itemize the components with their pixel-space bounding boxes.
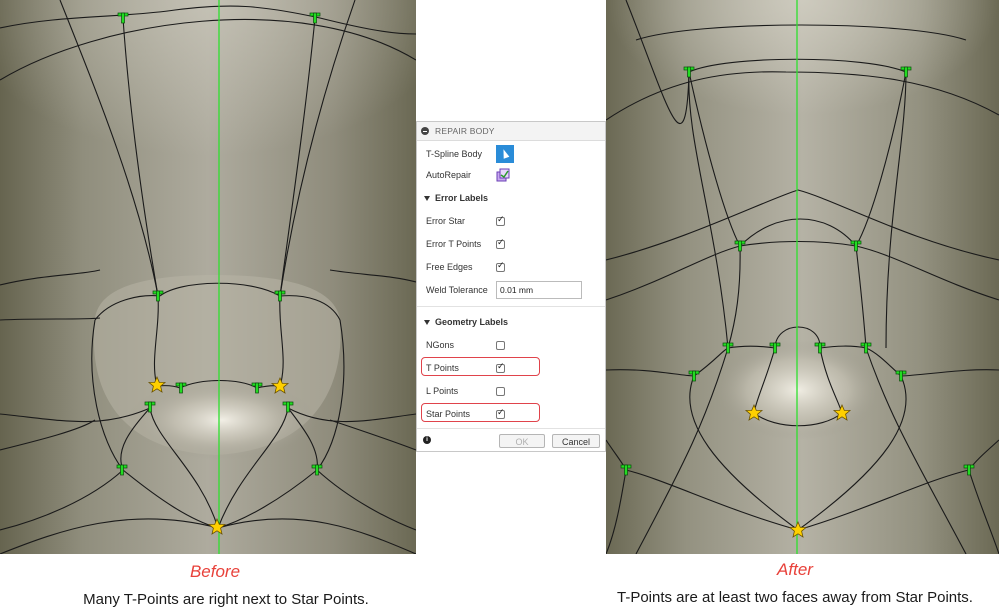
viewport-before[interactable] <box>0 0 416 554</box>
lpoints-row: L Points <box>426 386 505 396</box>
error-tpoints-row: Error T Points <box>426 238 505 249</box>
free-edges-checkbox[interactable] <box>496 261 505 272</box>
starpoints-label: Star Points <box>426 409 471 419</box>
dialog-title: REPAIR BODY <box>435 126 495 136</box>
weld-tolerance-label: Weld Tolerance <box>426 285 488 295</box>
ngons-row: NGons <box>426 340 505 350</box>
divider <box>417 306 605 307</box>
lpoints-checkbox[interactable] <box>496 386 505 396</box>
free-edges-label: Free Edges <box>426 262 473 272</box>
repair-body-dialog: REPAIR BODY T-Spline Body AutoRepair Err… <box>416 121 606 452</box>
ok-button[interactable]: OK <box>499 434 545 448</box>
expand-triangle-icon <box>424 319 430 325</box>
tpoints-row: T Points <box>426 362 505 373</box>
weld-tolerance-input[interactable] <box>496 281 582 299</box>
tspline-body-row: T-Spline Body <box>426 145 514 163</box>
tpoints-label: T Points <box>426 363 459 373</box>
ngons-checkbox[interactable] <box>496 340 505 350</box>
weld-tolerance-row: Weld Tolerance <box>426 281 582 299</box>
error-tpoints-label: Error T Points <box>426 239 482 249</box>
tspline-body-label: T-Spline Body <box>426 149 483 159</box>
geometry-labels-title: Geometry Labels <box>435 317 509 327</box>
mesh-after <box>606 0 999 554</box>
autorepair-icon[interactable] <box>496 168 510 182</box>
geometry-labels-section[interactable]: Geometry Labels <box>424 317 508 327</box>
before-caption: Many T-Points are right next to Star Poi… <box>83 591 369 608</box>
expand-triangle-icon <box>424 195 430 201</box>
error-star-label: Error Star <box>426 216 466 226</box>
before-title: Before <box>189 562 241 581</box>
error-star-checkbox[interactable] <box>496 215 505 226</box>
dialog-header: REPAIR BODY <box>417 122 605 141</box>
viewport-after[interactable] <box>606 0 999 554</box>
free-edges-row: Free Edges <box>426 261 505 272</box>
after-caption: T-Points are at least two faces away fro… <box>617 589 973 606</box>
starpoints-checkbox[interactable] <box>496 408 505 419</box>
error-tpoints-checkbox[interactable] <box>496 238 505 249</box>
lpoints-label: L Points <box>426 386 459 396</box>
starpoints-row: Star Points <box>426 408 505 419</box>
collapse-icon[interactable] <box>421 127 429 135</box>
error-star-row: Error Star <box>426 215 505 226</box>
tpoints-checkbox[interactable] <box>496 362 505 373</box>
select-cursor-icon[interactable] <box>496 145 514 163</box>
autorepair-label: AutoRepair <box>426 170 472 180</box>
info-icon[interactable]: i <box>423 436 431 444</box>
mesh-before <box>0 0 416 554</box>
autorepair-row: AutoRepair <box>426 168 510 182</box>
error-labels-section[interactable]: Error Labels <box>424 193 488 203</box>
cancel-button[interactable]: Cancel <box>552 434 600 448</box>
after-title: After <box>777 560 813 579</box>
ngons-label: NGons <box>426 340 455 350</box>
error-labels-title: Error Labels <box>435 193 489 203</box>
divider <box>417 428 605 429</box>
